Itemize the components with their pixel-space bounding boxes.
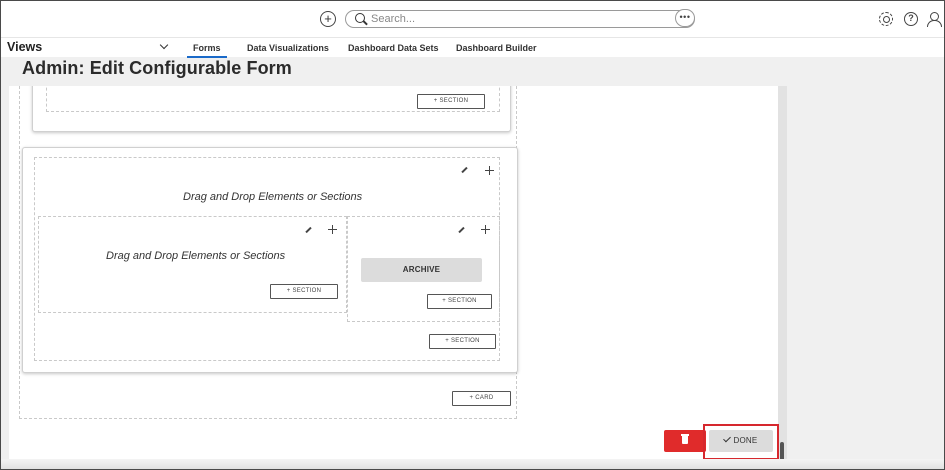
add-icon[interactable]: + <box>320 11 336 27</box>
form-card[interactable]: + SECTION <box>32 86 511 132</box>
add-section-button[interactable]: + SECTION <box>429 334 496 349</box>
move-icon[interactable] <box>328 225 337 234</box>
sub-section-left: Drag and Drop Elements or Sections + SEC… <box>38 216 347 313</box>
nav-bar: Views Forms Data Visualizations Dashboar… <box>1 37 944 58</box>
help-icon[interactable]: ? <box>904 12 918 26</box>
add-section-button[interactable]: + SECTION <box>270 284 338 299</box>
drop-hint: Drag and Drop Elements or Sections <box>183 191 363 203</box>
search-icon <box>355 13 365 23</box>
more-options-button[interactable]: ••• <box>675 9 695 27</box>
tab-dashboard-builder[interactable]: Dashboard Builder <box>456 43 537 53</box>
add-section-button[interactable]: + SECTION <box>427 294 492 309</box>
add-section-button[interactable]: + SECTION <box>417 94 485 109</box>
delete-button[interactable] <box>664 430 706 452</box>
scroll-track[interactable] <box>778 86 787 469</box>
pencil-icon[interactable] <box>461 166 468 174</box>
pencil-icon[interactable] <box>305 226 312 234</box>
done-label: DONE <box>733 436 758 445</box>
page-title: Admin: Edit Configurable Form <box>22 58 292 78</box>
app-window: + Search... ••• ? Views Forms Data Visua… <box>0 0 945 470</box>
views-dropdown[interactable]: Views <box>7 40 42 54</box>
done-button[interactable]: DONE <box>709 430 773 452</box>
search-placeholder: Search... <box>371 13 416 25</box>
archive-button[interactable]: ARCHIVE <box>361 258 482 282</box>
gear-icon[interactable] <box>879 12 893 26</box>
pencil-icon[interactable] <box>458 226 465 234</box>
add-card-button[interactable]: + CARD <box>452 391 511 406</box>
drop-hint: Drag and Drop Elements or Sections <box>106 250 286 262</box>
chevron-down-icon[interactable] <box>159 40 169 50</box>
trash-icon <box>681 434 689 444</box>
tab-data-visualizations[interactable]: Data Visualizations <box>247 43 329 53</box>
move-icon[interactable] <box>485 166 494 175</box>
tab-dashboard-data-sets[interactable]: Dashboard Data Sets <box>348 43 439 53</box>
move-icon[interactable] <box>481 225 490 234</box>
search-input[interactable]: Search... <box>345 10 695 28</box>
tab-forms[interactable]: Forms <box>187 43 226 58</box>
bottom-shade <box>1 459 944 469</box>
user-icon[interactable] <box>927 12 942 27</box>
top-bar: + Search... ••• ? <box>1 1 944 37</box>
check-icon <box>722 434 731 443</box>
